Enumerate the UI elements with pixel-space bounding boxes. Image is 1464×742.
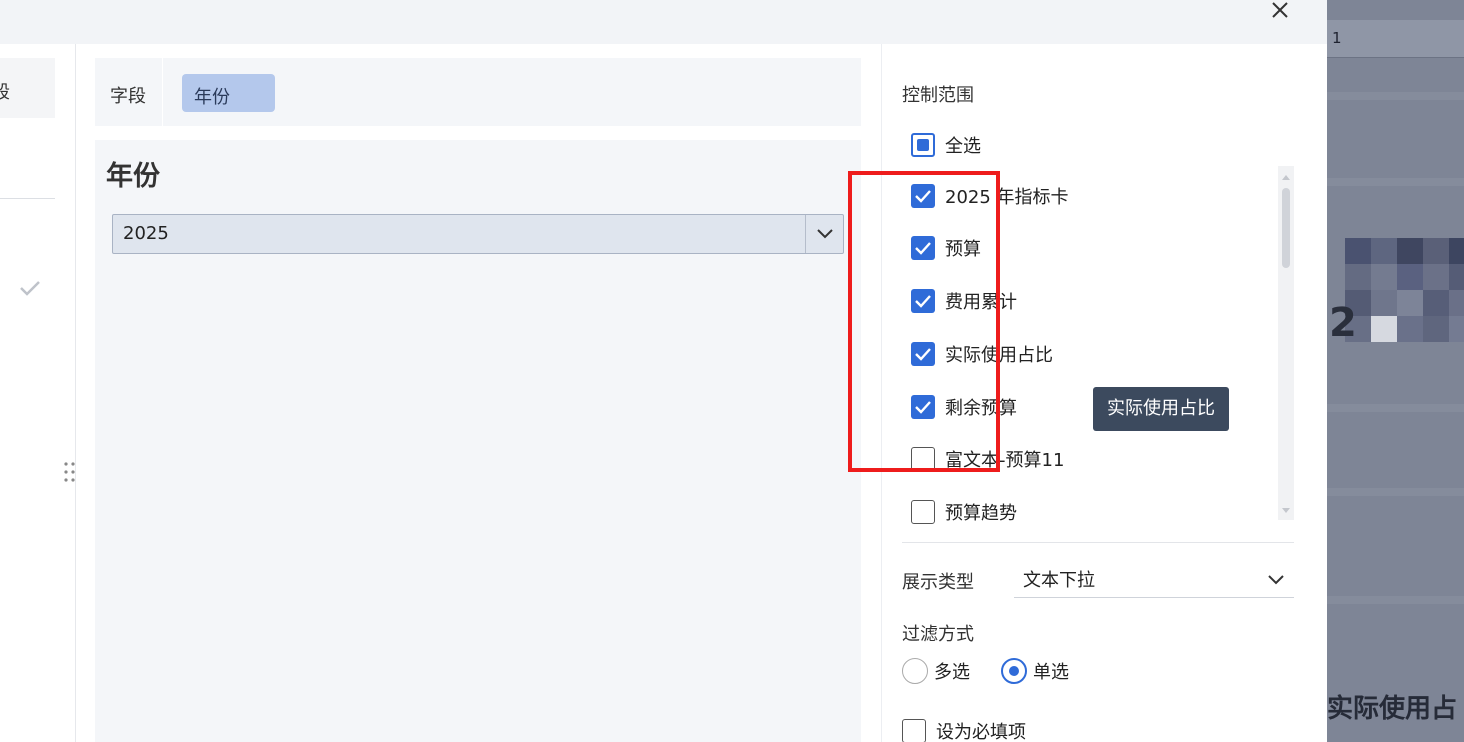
left-tab[interactable]: 段 [0,58,55,118]
radio-single-select[interactable]: 单选 [1001,658,1069,684]
scope-item-checkbox[interactable]: 2025 年指标卡 [911,183,1069,209]
scope-item-label: 剩余预算 [945,398,1017,419]
field-label-text: 字段 [110,86,146,107]
scope-item-label: 预算趋势 [945,503,1017,524]
field-chip-text: 年份 [194,87,230,108]
checkbox-checked-icon [911,184,935,208]
scope-item-checkbox[interactable]: 费用累计 [911,288,1017,314]
scope-item-label: 费用累计 [945,292,1017,313]
background-bottom-text: 实际使用占 [1327,694,1458,724]
section-divider [902,542,1294,543]
scroll-thumb[interactable] [1282,188,1290,268]
checkbox-checked-icon [911,342,935,366]
scope-item-label: 预算 [945,239,981,260]
close-icon [1272,2,1288,18]
required-label: 设为必填项 [936,722,1026,742]
scope-item-label: 富文本-预算11 [945,450,1065,471]
field-bar: 字段 年份 [95,58,861,126]
settings-panel: 控制范围 全选 2025 年指标卡 预算 费用累计 实际使用占比 剩余预算 富文… [881,44,1327,742]
required-checkbox[interactable]: 设为必填项 [902,718,1026,742]
radio-off-icon [902,658,928,684]
left-tab-label: 段 [0,82,10,103]
year-dropdown[interactable]: 2025 [112,214,844,254]
year-dropdown-value: 2025 [123,223,169,244]
scroll-up-icon[interactable] [1281,172,1291,182]
scope-item-checkbox[interactable]: 实际使用占比 [911,341,1053,367]
left-divider [0,198,55,199]
radio-label: 单选 [1033,662,1069,683]
scope-item-label: 2025 年指标卡 [945,187,1069,208]
filter-config-dialog: 段 字段 年份 年份 2025 控制范围 全选 2025 年指标卡 预算 费用累… [0,0,1327,742]
pixelated-area [1345,238,1464,344]
chevron-down-icon [817,229,833,239]
partial-check-icon [911,133,935,157]
scope-item-label: 实际使用占比 [945,345,1053,366]
tooltip: 实际使用占比 [1093,387,1229,431]
checkbox-checked-icon [911,236,935,260]
scope-item-checkbox[interactable]: 富文本-预算11 [911,446,1064,472]
scope-item-checkbox[interactable]: 预算 [911,235,981,261]
background-row-line [1327,92,1464,100]
background-table-header: 1 [1327,20,1464,58]
scope-list-scrollbar[interactable] [1278,166,1294,520]
scope-item-checkbox[interactable]: 预算趋势 [911,499,1017,525]
scope-label: 控制范围 [902,85,974,106]
dialog-titlebar [0,0,1327,44]
checkbox-checked-icon [911,395,935,419]
field-label: 字段 [95,58,163,126]
display-type-dropdown[interactable]: 文本下拉 [1014,558,1294,598]
radio-label: 多选 [934,662,970,683]
background-row-line [1327,178,1464,186]
checkbox-checked-icon [911,289,935,313]
radio-multi-select[interactable]: 多选 [902,658,970,684]
drag-handle-icon[interactable] [62,460,76,488]
background-row-line [1327,596,1464,604]
scope-item-checkbox[interactable]: 剩余预算 [911,394,1017,420]
chevron-down-icon [1268,575,1284,585]
radio-on-icon [1001,658,1027,684]
filter-preview: 年份 2025 [95,140,861,742]
close-button[interactable] [1266,0,1294,26]
background-header-text: 1 [1332,29,1342,47]
background-dashboard: 1 2 实际使用占 [1327,0,1464,742]
checkbox-empty-icon [911,447,935,471]
filter-mode-label: 过滤方式 [902,624,974,645]
select-all-label: 全选 [945,136,981,157]
field-chip[interactable]: 年份 [182,74,275,112]
background-row-line [1327,488,1464,496]
background-big-digit: 2 [1329,300,1357,346]
check-icon [20,281,40,296]
checkbox-empty-icon [902,719,926,742]
scroll-down-icon[interactable] [1281,506,1291,516]
preview-title: 年份 [106,161,160,192]
display-type-value: 文本下拉 [1023,570,1095,591]
background-row-line [1327,404,1464,412]
select-all-checkbox[interactable]: 全选 [911,132,981,158]
display-type-label: 展示类型 [902,572,974,593]
dropdown-arrow[interactable] [805,215,843,253]
left-panel: 段 [0,44,76,742]
checkbox-empty-icon [911,500,935,524]
